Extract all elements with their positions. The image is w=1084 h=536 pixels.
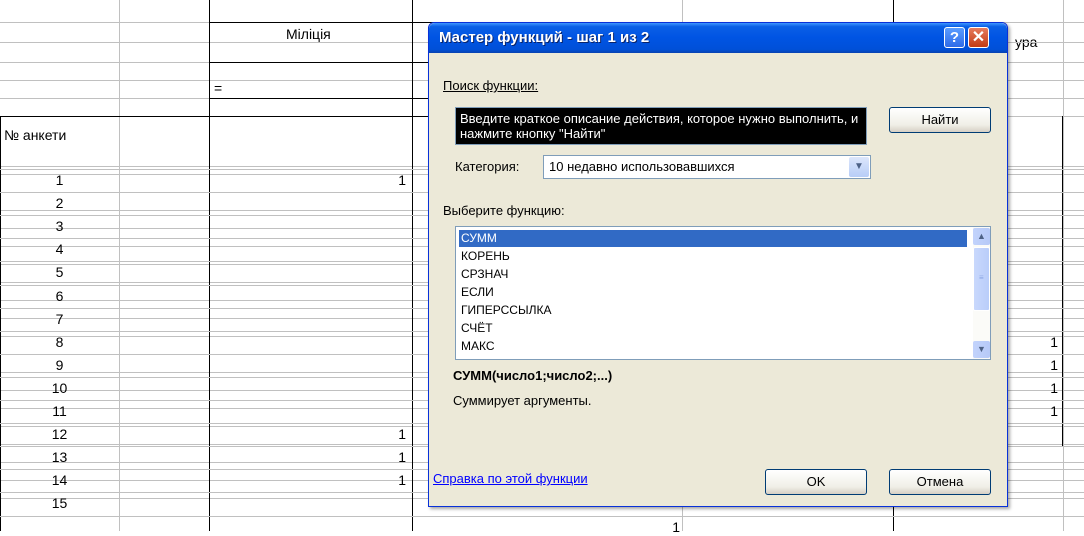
function-wizard-dialog: Мастер функций - шаг 1 из 2 ? ✕ Поиск фу…	[428, 22, 1008, 507]
cell-border	[1062, 116, 1063, 446]
row-number[interactable]: 13	[0, 448, 119, 466]
function-listbox[interactable]: СУММ КОРЕНЬ СРЗНАЧ ЕСЛИ ГИПЕРССЫЛКА СЧЁТ…	[455, 226, 991, 360]
cell-value[interactable]: 1	[300, 448, 406, 466]
anketa-header[interactable]: № анкети	[4, 126, 66, 144]
list-item-esli[interactable]: ЕСЛИ	[459, 284, 967, 301]
help-link[interactable]: Справка по этой функции	[433, 471, 588, 486]
list-item-giperssylka[interactable]: ГИПЕРССЫЛКА	[459, 302, 967, 319]
cell-value[interactable]: 1	[300, 425, 406, 443]
row-number[interactable]: 2	[0, 194, 119, 212]
search-input[interactable]: Введите краткое описание действия, котор…	[455, 107, 867, 145]
row-number[interactable]: 7	[0, 310, 119, 328]
list-item-srznach[interactable]: СРЗНАЧ	[459, 266, 967, 283]
row-number[interactable]: 9	[0, 356, 119, 374]
category-value: 10 недавно использовавшихся	[549, 159, 735, 174]
grip-icon: ≡	[979, 273, 984, 282]
list-item-koren[interactable]: КОРЕНЬ	[459, 248, 967, 265]
search-label: Поиск функции:	[443, 78, 538, 93]
function-description: Суммирует аргументы.	[453, 393, 592, 408]
row-number[interactable]: 1	[0, 171, 119, 189]
formula-cell[interactable]: =	[214, 79, 222, 97]
row-number[interactable]: 4	[0, 240, 119, 258]
chevron-down-icon[interactable]: ▼	[849, 157, 869, 177]
function-list-label: Выберите функцию:	[443, 203, 565, 218]
row-number[interactable]: 15	[0, 494, 119, 512]
row-number[interactable]: 5	[0, 263, 119, 281]
row-grid-line	[0, 516, 1084, 517]
grid-line	[119, 0, 120, 531]
scroll-up-icon[interactable]: ▲	[973, 228, 990, 245]
dialog-titlebar[interactable]: Мастер функций - шаг 1 из 2 ? ✕	[429, 23, 1007, 53]
function-list-scrollbar[interactable]: ▲ ≡ ▼	[973, 227, 990, 359]
category-select[interactable]: 10 недавно использовавшихся ▼	[543, 155, 871, 179]
row-number[interactable]: 11	[0, 402, 119, 420]
cell-border	[412, 0, 413, 531]
scroll-down-icon[interactable]: ▼	[973, 341, 990, 358]
list-item-maks[interactable]: МАКС	[459, 338, 967, 355]
category-label: Категория:	[455, 159, 520, 174]
function-signature: СУММ(число1;число2;...)	[453, 368, 613, 383]
cancel-button[interactable]: Отмена	[889, 469, 991, 495]
close-icon[interactable]: ✕	[968, 27, 989, 48]
cell-c15[interactable]: 1	[600, 518, 680, 536]
list-item-schet[interactable]: СЧЁТ	[459, 320, 967, 337]
row-number[interactable]: 14	[0, 471, 119, 489]
search-label-text: Поиск функции:	[443, 78, 539, 93]
help-icon[interactable]: ?	[944, 27, 965, 48]
cell-value[interactable]: 1	[300, 171, 406, 189]
find-button[interactable]: Найти	[889, 107, 991, 133]
row-number[interactable]: 6	[0, 287, 119, 305]
row-number[interactable]: 10	[0, 379, 119, 397]
column-header-militsiya[interactable]: Міліція	[286, 25, 331, 43]
scrollbar-thumb[interactable]: ≡	[973, 247, 990, 311]
row-number[interactable]: 8	[0, 333, 119, 351]
cell-value[interactable]: 1	[300, 471, 406, 489]
cell-border	[0, 116, 209, 117]
list-item-summ[interactable]: СУММ	[459, 230, 967, 247]
cell-border	[209, 0, 210, 531]
row-number[interactable]: 12	[0, 425, 119, 443]
grid-line	[1063, 0, 1064, 531]
ok-button[interactable]: OK	[765, 469, 867, 495]
row-number[interactable]: 3	[0, 217, 119, 235]
dialog-title: Мастер функций - шаг 1 из 2	[439, 29, 650, 46]
